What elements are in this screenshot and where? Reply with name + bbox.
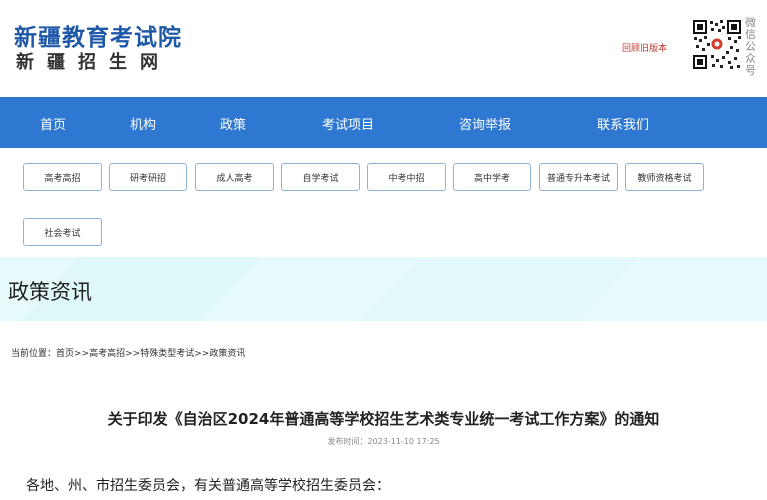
- category-upgrade-exam-button[interactable]: 普通专升本考试: [539, 163, 618, 191]
- section-banner: 政策资讯: [0, 257, 767, 321]
- section-title: 政策资讯: [8, 280, 92, 304]
- category-high-school-exam-button[interactable]: 高中学考: [453, 163, 531, 191]
- breadcrumb-link-policy-news[interactable]: 政策资讯: [209, 349, 245, 359]
- breadcrumb-prefix: 当前位置：: [11, 349, 57, 359]
- breadcrumb-link-home[interactable]: 首页: [56, 349, 74, 359]
- breadcrumb-separator: >>: [125, 349, 141, 359]
- site-logo-subtitle: 新疆招生网: [16, 52, 171, 73]
- breadcrumb-separator: >>: [194, 349, 210, 359]
- category-teacher-cert-button[interactable]: 教师资格考试: [625, 163, 704, 191]
- nav-item-policy[interactable]: 政策: [220, 114, 246, 133]
- category-zhongkao-button[interactable]: 中考中招: [367, 163, 446, 191]
- nav-item-home[interactable]: 首页: [40, 114, 66, 133]
- breadcrumb-link-special-exam[interactable]: 特殊类型考试: [140, 349, 194, 359]
- main-nav: 首页 机构 政策 考试项目 咨询举报 联系我们: [0, 97, 767, 148]
- breadcrumb-separator: >>: [74, 349, 90, 359]
- publish-time-label: 发布时间：: [327, 437, 368, 446]
- qr-caption: 微信公众号: [745, 16, 756, 77]
- nav-item-contact[interactable]: 联系我们: [597, 114, 649, 133]
- site-header: 新疆教育考试院 新疆招生网 回顾旧版本 微信公众号: [0, 0, 767, 97]
- article-body-first-line: 各地、州、市招生委员会，有关普通高等学校招生委员会：: [26, 478, 390, 494]
- article-publish-time: 发布时间：2023-11-10 17:25: [0, 436, 767, 447]
- category-adult-exam-button[interactable]: 成人高考: [195, 163, 274, 191]
- category-self-study-button[interactable]: 自学考试: [281, 163, 360, 191]
- banner-background: [0, 257, 767, 321]
- category-gaokao-button[interactable]: 高考高招: [23, 163, 102, 191]
- nav-item-consult-report[interactable]: 咨询举报: [459, 114, 511, 133]
- category-social-exam-button[interactable]: 社会考试: [23, 218, 102, 246]
- article-title: 关于印发《自治区2024年普通高等学校招生艺术类专业统一考试工作方案》的通知: [107, 410, 660, 428]
- site-logo-title[interactable]: 新疆教育考试院: [14, 18, 182, 52]
- category-graduate-exam-button[interactable]: 研考研招: [109, 163, 187, 191]
- qr-code-icon: [692, 19, 742, 70]
- breadcrumb: 当前位置：首页>>高考高招>>特殊类型考试>>政策资讯: [11, 346, 245, 359]
- old-version-link[interactable]: 回顾旧版本: [622, 41, 667, 54]
- nav-item-exam-projects[interactable]: 考试项目: [322, 114, 374, 133]
- breadcrumb-link-gaokao[interactable]: 高考高招: [89, 349, 125, 359]
- nav-item-organization[interactable]: 机构: [130, 114, 156, 133]
- wechat-qr-code: [692, 19, 742, 70]
- publish-time-value: 2023-11-10 17:25: [367, 437, 440, 446]
